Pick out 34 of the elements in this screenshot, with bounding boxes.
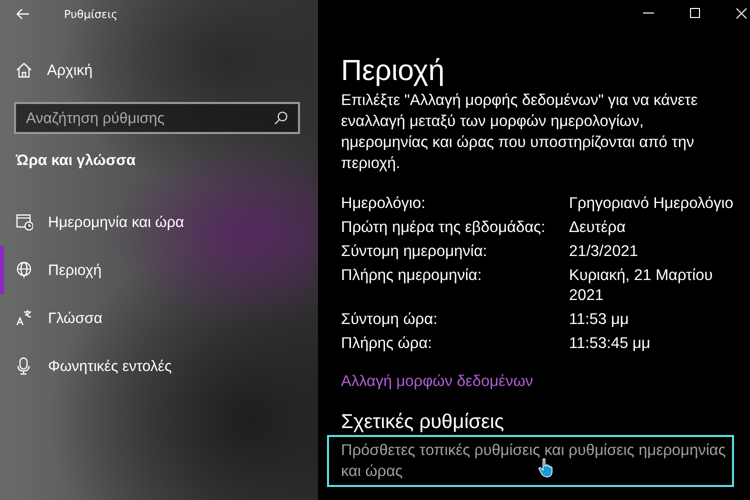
detail-value: Γρηγοριανό Ημερολόγιο (569, 194, 734, 214)
language-icon (16, 309, 33, 327)
detail-label: Σύντομη ώρα: (341, 310, 438, 330)
sidebar-item[interactable]: Περιοχή (0, 246, 318, 294)
detail-value: Κυριακή, 21 Μαρτίου 2021 (569, 266, 714, 306)
calendar-clock-icon (16, 213, 33, 231)
section-heading: Ώρα και γλώσσα (14, 151, 137, 171)
maximize-icon[interactable] (690, 8, 701, 18)
hand-cursor-icon (538, 458, 554, 478)
detail-label: Σύντομη ημερομηνία: (341, 242, 488, 262)
page-title: Περιοχή (341, 54, 446, 89)
detail-label: Πλήρης ώρα: (341, 334, 433, 354)
sidebar-item[interactable]: Φωνητικές εντολές (0, 342, 318, 390)
home-icon (16, 62, 32, 78)
window-title: Ρυθμίσεις (64, 8, 118, 20)
detail-label: Ημερολόγιο: (341, 194, 426, 214)
change-formats-link[interactable]: Αλλαγή μορφών δεδομένων (341, 373, 741, 391)
close-icon[interactable] (736, 8, 747, 18)
detail-value: 21/3/2021 (569, 242, 639, 262)
search-icon (274, 111, 288, 125)
sidebar-item[interactable]: Γλώσσα (0, 294, 318, 342)
detail-value: 11:53:45 μμ (569, 334, 652, 354)
back-arrow-icon[interactable] (16, 8, 30, 20)
detail-value: Δευτέρα (569, 218, 627, 238)
sidebar-item[interactable]: Ημερομηνία και ώρα (0, 198, 318, 246)
section-heading: Σχετικές ρυθμίσεις (341, 411, 505, 434)
globe-icon (16, 261, 33, 279)
search-field[interactable]: Αναζήτηση ρύθμισης (14, 102, 300, 134)
home-nav-item[interactable]: Αρχική (0, 46, 318, 94)
additional-settings-link[interactable]: Πρόσθετες τοπικές ρυθμίσεις και ρυθμίσεις ημερομηνίας και ώρας (327, 435, 734, 487)
detail-label: Πρώτη ημέρα της εβδομάδας: (341, 218, 546, 238)
detail-value: 11:53 μμ (569, 310, 630, 330)
detail-label: Πλήρης ημερομηνία: (341, 266, 483, 286)
description-text: Επιλέξτε "Αλλαγή μορφής δεδομένων" για να κάνετε εναλλαγή μεταξύ των μορφών ημερολογίων, ημερομηνίας και ώρας που υποστηρίζονται από την περιοχή. (341, 91, 699, 174)
